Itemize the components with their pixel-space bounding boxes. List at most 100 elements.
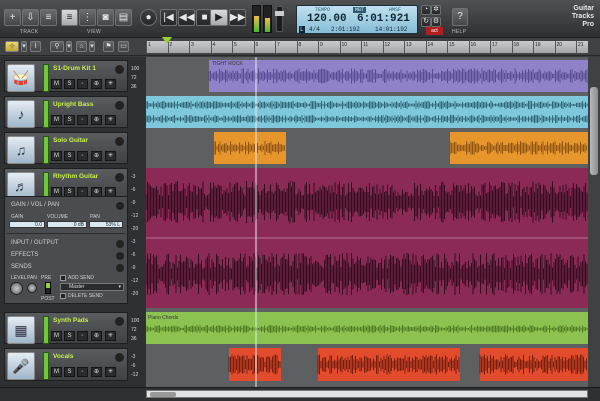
record-arm-icon[interactable]: ◦: [77, 79, 88, 89]
time-signature[interactable]: 4/4: [309, 26, 320, 33]
mute-button[interactable]: M: [51, 367, 62, 377]
tuner-icon[interactable]: ⊕: [91, 115, 102, 125]
keyboard-icon[interactable]: ▦: [7, 316, 35, 344]
tuner-icon[interactable]: ⊕: [91, 331, 102, 341]
rewind-button[interactable]: ◀◀: [178, 9, 195, 26]
tempo-value[interactable]: 120.00: [307, 13, 347, 25]
metronome-icon[interactable]: ◔: [421, 5, 431, 15]
add-send-checkbox[interactable]: [60, 275, 66, 281]
effects-row[interactable]: EFFECTS: [11, 252, 38, 258]
track-arm-indicator[interactable]: [43, 136, 49, 164]
select-tool-icon[interactable]: ⊹: [5, 41, 19, 52]
effects-icon[interactable]: ✳: [105, 115, 116, 125]
add-send-label[interactable]: ADD SEND: [68, 275, 94, 281]
text-tool-icon[interactable]: I: [30, 41, 41, 52]
volume-field[interactable]: 0 dB: [47, 221, 87, 228]
act-toggle[interactable]: act: [426, 27, 443, 35]
mixer-icon[interactable]: ≡: [40, 9, 57, 26]
console-view-icon[interactable]: ⋮: [79, 9, 96, 26]
track-arm-indicator[interactable]: [43, 100, 49, 128]
mute-button[interactable]: M: [51, 331, 62, 341]
effects-icon[interactable]: ✳: [105, 79, 116, 89]
snap-icon[interactable]: ⌂: [76, 41, 87, 52]
delete-send-checkbox[interactable]: [60, 293, 66, 299]
send-target-select[interactable]: Master ▾: [60, 283, 124, 291]
delete-send-label[interactable]: DELETE SEND: [68, 293, 103, 299]
track-name[interactable]: Synth Pads: [53, 317, 88, 324]
track-name[interactable]: Solo Guitar: [53, 137, 88, 144]
bass-clip[interactable]: [146, 96, 588, 128]
tuner-icon[interactable]: ⊕: [91, 151, 102, 161]
track-name[interactable]: Upright Bass: [53, 101, 93, 108]
track-wrench-icon[interactable]: [115, 173, 124, 182]
tracks-view-icon[interactable]: ≡: [61, 9, 78, 26]
zoom-tool-icon[interactable]: ⚲: [50, 41, 64, 52]
loop-region-icon[interactable]: ▭: [118, 41, 129, 52]
vertical-scrollbar[interactable]: [588, 57, 600, 387]
send-level-knob[interactable]: [10, 282, 23, 295]
timeline-area[interactable]: TIGHT ROCK Piano Chords: [146, 57, 588, 387]
track-name[interactable]: Vocals: [53, 353, 73, 360]
track-wrench-icon[interactable]: [115, 101, 124, 110]
effects-icon[interactable]: ✳: [105, 151, 116, 161]
loop-icon[interactable]: ↻: [421, 17, 431, 27]
gain-vol-pan-header[interactable]: GAIN / VOL / PAN: [11, 202, 59, 208]
effects-icon[interactable]: ✳: [105, 331, 116, 341]
input-output-row[interactable]: INPUT / OUTPUT: [11, 240, 59, 246]
record-arm-icon[interactable]: ◦: [77, 331, 88, 341]
sends-row[interactable]: SENDS: [11, 264, 32, 270]
timeline-ruler[interactable]: 1 2 3 4 5 6 7 8 9 10 11 12 13 14 15 16 17 18 19 20 21: [146, 41, 588, 53]
drum-icon[interactable]: 🥁: [7, 64, 35, 92]
track-wrench-icon[interactable]: [115, 65, 124, 74]
tool-dropdown-icon[interactable]: ▾: [21, 41, 27, 52]
track-header[interactable]: ▦ Synth Pads M S ◦ ⊕ ✳: [4, 312, 128, 344]
mute-button[interactable]: M: [51, 79, 62, 89]
solo-button[interactable]: S: [64, 115, 75, 125]
track-name[interactable]: Rhythm Guitar: [53, 173, 98, 180]
notes-view-icon[interactable]: ▤: [115, 9, 132, 26]
guitar-icon[interactable]: ♫: [7, 136, 35, 164]
zoom-dropdown-icon[interactable]: ▾: [66, 41, 72, 52]
marker-icon[interactable]: ⚑: [103, 41, 114, 52]
tuner-icon[interactable]: ⊕: [91, 79, 102, 89]
sends-expand-icon[interactable]: [116, 264, 124, 272]
track-arm-indicator[interactable]: [43, 316, 49, 344]
solo-button[interactable]: S: [64, 331, 75, 341]
solo-button[interactable]: S: [64, 79, 75, 89]
track-header[interactable]: ♫ Solo Guitar M S ◦ ⊕ ✳: [4, 132, 128, 164]
track-arm-indicator[interactable]: [43, 64, 49, 92]
mute-button[interactable]: M: [51, 151, 62, 161]
gain-field[interactable]: 0.0: [9, 221, 45, 228]
microphone-icon[interactable]: 🎤: [7, 352, 35, 380]
solo-button[interactable]: S: [64, 151, 75, 161]
track-arm-indicator[interactable]: [43, 352, 49, 380]
effects-expand-icon[interactable]: [116, 252, 124, 260]
solo-button[interactable]: S: [64, 367, 75, 377]
track-wrench-icon[interactable]: [115, 137, 124, 146]
camera-icon[interactable]: ◙: [97, 9, 114, 26]
import-icon[interactable]: ⇩: [22, 9, 39, 26]
send-pan-knob[interactable]: [27, 283, 37, 293]
collapse-icon[interactable]: [116, 202, 124, 210]
master-volume-slider[interactable]: [275, 6, 284, 32]
add-track-icon[interactable]: +: [4, 9, 21, 26]
horizontal-scrollbar[interactable]: [146, 390, 588, 398]
pre-post-switch[interactable]: [45, 282, 51, 294]
bass-icon[interactable]: ♪: [7, 100, 35, 128]
record-button[interactable]: ●: [140, 9, 157, 26]
track-wrench-icon[interactable]: [115, 317, 124, 326]
rewind-start-button[interactable]: |◀: [160, 9, 177, 26]
settings-icon[interactable]: ✲: [431, 5, 441, 15]
track-header[interactable]: 🎤 Vocals M S ◦ ⊕ ✳: [4, 348, 128, 381]
track-wrench-icon[interactable]: [115, 353, 124, 362]
record-arm-icon[interactable]: ◦: [77, 115, 88, 125]
gear-icon[interactable]: ⚙: [431, 17, 441, 27]
effects-icon[interactable]: ✳: [105, 367, 116, 377]
input-output-expand-icon[interactable]: [116, 240, 124, 248]
track-name[interactable]: S1-Drum Kit 1: [53, 65, 96, 72]
snap-dropdown-icon[interactable]: ▾: [89, 41, 95, 52]
record-arm-icon[interactable]: ◦: [77, 151, 88, 161]
vertical-scroll-thumb[interactable]: [590, 87, 598, 175]
tuner-icon[interactable]: ⊕: [91, 367, 102, 377]
pan-field[interactable]: 53% L: [89, 221, 123, 228]
